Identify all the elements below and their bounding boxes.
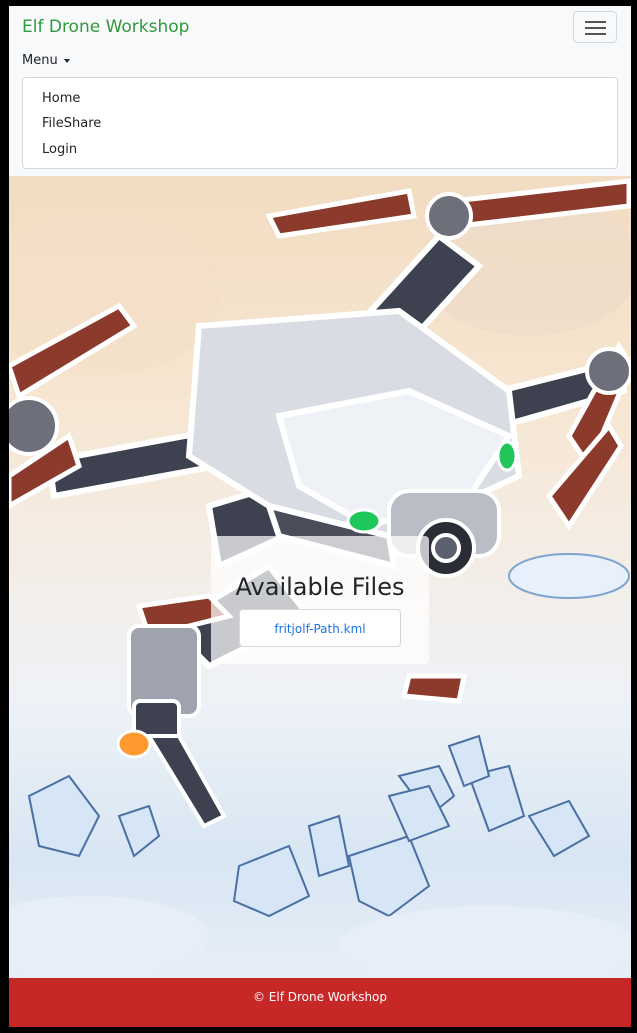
brand-link[interactable]: Elf Drone Workshop xyxy=(22,17,189,37)
available-files-heading: Available Files xyxy=(235,573,405,601)
caret-down-icon xyxy=(63,58,70,63)
menu-item-fileshare[interactable]: FileShare xyxy=(42,116,101,131)
navbar: Elf Drone Workshop Menu Home FileShare L… xyxy=(9,6,631,176)
menu-label: Menu xyxy=(22,53,58,68)
file-link[interactable]: fritjolf-Path.kml xyxy=(239,609,401,647)
hero-background: Available Files fritjolf-Path.kml xyxy=(9,176,631,978)
navbar-toggler-button[interactable] xyxy=(573,11,617,43)
available-files-card: Available Files fritjolf-Path.kml xyxy=(211,536,429,664)
menu-dropdown: Home FileShare Login xyxy=(22,77,618,169)
app-frame: Elf Drone Workshop Menu Home FileShare L… xyxy=(9,6,631,1027)
footer: © Elf Drone Workshop xyxy=(9,978,631,1027)
footer-text: © Elf Drone Workshop xyxy=(252,990,388,1004)
menu-item-home[interactable]: Home xyxy=(42,91,80,106)
menu-dropdown-toggle[interactable]: Menu xyxy=(22,53,70,68)
menu-item-login[interactable]: Login xyxy=(42,142,77,157)
